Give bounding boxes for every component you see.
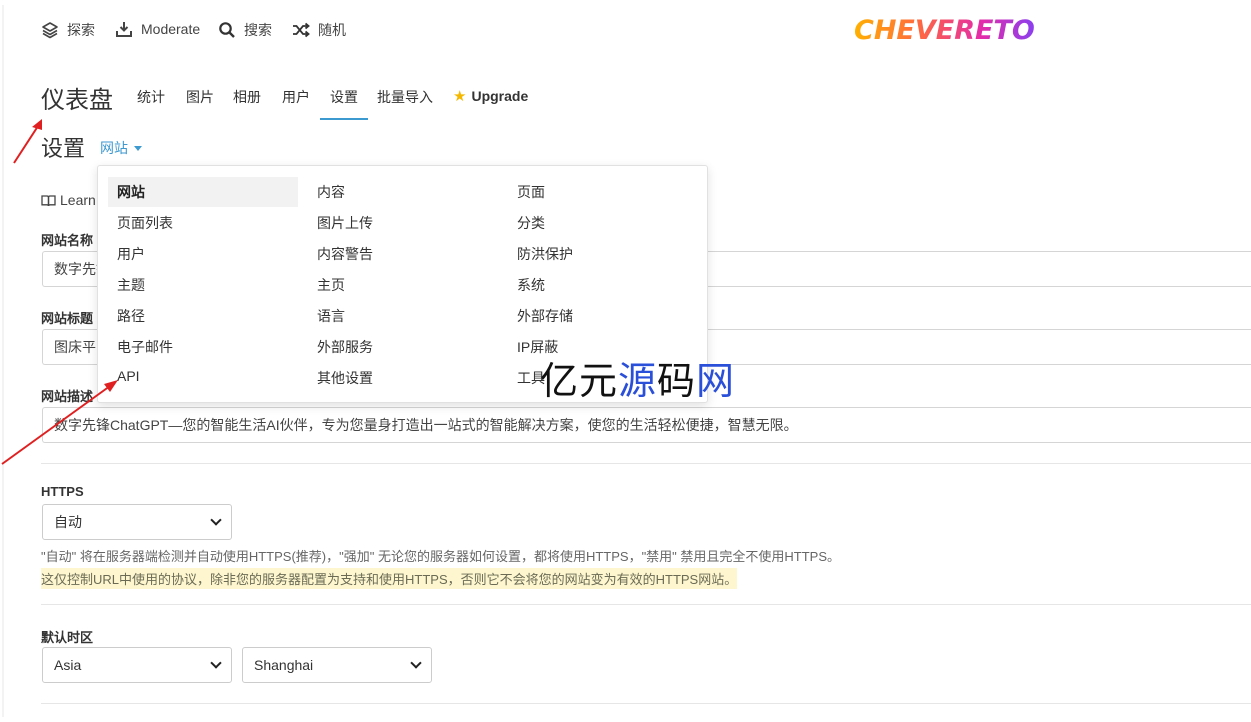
tab-stats[interactable]: 统计 bbox=[137, 87, 165, 107]
site-title-label: 网站标题 bbox=[41, 311, 94, 326]
menu-item-content[interactable]: 内容 bbox=[308, 177, 498, 207]
nav-explore-label: 探索 bbox=[67, 22, 95, 38]
learn-link[interactable]: Learn bbox=[41, 192, 96, 208]
star-icon: ★ bbox=[453, 88, 467, 105]
timezone-region-value: Asia bbox=[54, 657, 82, 673]
menu-item-website[interactable]: 网站 bbox=[108, 177, 298, 207]
nav-moderate-label: Moderate bbox=[141, 21, 201, 37]
menu-item-external-storage[interactable]: 外部存储 bbox=[508, 301, 698, 331]
site-description-input[interactable]: 数字先锋ChatGPT—您的智能生活AI伙伴，专为您量身打造出一站式的智能解决方… bbox=[42, 407, 1251, 443]
watermark: 亿元源码网 bbox=[540, 350, 735, 405]
chevereto-logo[interactable]: CHEVERETO bbox=[854, 15, 1035, 46]
https-select-value: 自动 bbox=[54, 514, 82, 530]
menu-item-homepage[interactable]: 主页 bbox=[308, 270, 498, 300]
annotation-arrow-icon bbox=[13, 119, 42, 164]
upgrade-label: Upgrade bbox=[471, 88, 529, 104]
left-border bbox=[2, 5, 4, 717]
watermark-prefix: 亿元 bbox=[540, 361, 619, 403]
active-tab-indicator bbox=[320, 118, 368, 120]
tab-settings[interactable]: 设置 bbox=[330, 87, 358, 107]
book-icon bbox=[41, 194, 56, 206]
timezone-label: 默认时区 bbox=[41, 630, 94, 645]
tab-albums[interactable]: 相册 bbox=[233, 87, 261, 107]
watermark-suffix: 网 bbox=[696, 361, 736, 403]
divider bbox=[41, 463, 1251, 464]
menu-item-categories[interactable]: 分类 bbox=[508, 208, 698, 238]
divider bbox=[41, 703, 1251, 704]
page-title: 仪表盘 bbox=[41, 87, 113, 114]
tab-bulk-import[interactable]: 批量导入 bbox=[377, 87, 433, 107]
nav-moderate[interactable]: Moderate bbox=[115, 20, 200, 38]
nav-random-label: 随机 bbox=[318, 22, 346, 38]
timezone-region-select[interactable]: Asia bbox=[42, 647, 232, 683]
menu-item-image-upload[interactable]: 图片上传 bbox=[308, 208, 498, 238]
https-select[interactable]: 自动 bbox=[42, 504, 232, 540]
upgrade-link[interactable]: ★ Upgrade bbox=[453, 87, 528, 105]
nav-explore[interactable]: 探索 bbox=[41, 20, 95, 40]
menu-item-api[interactable]: API bbox=[108, 361, 298, 391]
caret-down-icon bbox=[134, 145, 142, 151]
site-name-label: 网站名称 bbox=[41, 233, 94, 248]
nav-search[interactable]: 搜索 bbox=[218, 20, 272, 40]
settings-section-label: 网站 bbox=[100, 140, 128, 156]
chevron-down-icon bbox=[210, 514, 222, 526]
menu-item-system[interactable]: 系统 bbox=[508, 270, 698, 300]
watermark-accent: 源 bbox=[618, 361, 658, 403]
https-warning-text: 这仅控制URL中使用的协议，除非您的服务器配置为支持和使用HTTPS，否则它不会… bbox=[41, 568, 738, 589]
watermark-middle: 码 bbox=[657, 361, 697, 403]
settings-section-dropdown[interactable]: 网站 bbox=[100, 138, 142, 158]
chevron-down-icon bbox=[210, 657, 222, 669]
menu-item-pages-list[interactable]: 页面列表 bbox=[108, 208, 298, 238]
nav-random[interactable]: 随机 bbox=[292, 20, 346, 40]
menu-item-flood-protection[interactable]: 防洪保护 bbox=[508, 239, 698, 269]
https-label: HTTPS bbox=[41, 484, 84, 499]
menu-item-external-services[interactable]: 外部服务 bbox=[308, 332, 498, 362]
layers-icon bbox=[42, 22, 58, 39]
https-help-text: "自动" 将在服务器端检测并自动使用HTTPS(推荐)，"强加" 无论您的服务器… bbox=[41, 549, 841, 564]
timezone-city-select[interactable]: Shanghai bbox=[242, 647, 432, 683]
menu-item-pages[interactable]: 页面 bbox=[508, 177, 698, 207]
chevron-down-icon bbox=[410, 657, 422, 669]
tab-users[interactable]: 用户 bbox=[282, 87, 310, 107]
nav-search-label: 搜索 bbox=[244, 22, 272, 38]
menu-item-other-settings[interactable]: 其他设置 bbox=[308, 363, 498, 393]
search-icon bbox=[219, 22, 235, 38]
inbox-tray-icon bbox=[116, 22, 132, 37]
shuffle-icon bbox=[293, 22, 310, 38]
menu-item-email[interactable]: 电子邮件 bbox=[108, 332, 298, 362]
top-navbar: 探索 Moderate 搜索 随机 CHEVERETO bbox=[0, 0, 1251, 62]
learn-label: Learn bbox=[60, 192, 96, 208]
menu-item-content-warning[interactable]: 内容警告 bbox=[308, 239, 498, 269]
menu-item-users[interactable]: 用户 bbox=[108, 239, 298, 269]
divider bbox=[41, 604, 1251, 605]
menu-item-language[interactable]: 语言 bbox=[308, 301, 498, 331]
timezone-city-value: Shanghai bbox=[254, 657, 314, 673]
tab-images[interactable]: 图片 bbox=[186, 87, 214, 107]
menu-item-theme[interactable]: 主题 bbox=[108, 270, 298, 300]
annotation-arrow-icon bbox=[1, 380, 118, 465]
menu-item-routing[interactable]: 路径 bbox=[108, 301, 298, 331]
